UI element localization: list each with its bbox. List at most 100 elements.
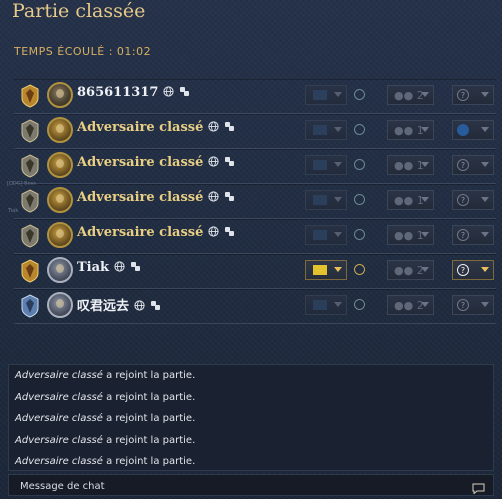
player-name-text: Tiak bbox=[77, 260, 110, 275]
avatar[interactable] bbox=[47, 292, 73, 318]
color-select[interactable]: ? bbox=[452, 260, 494, 280]
civilization-select[interactable] bbox=[305, 190, 347, 210]
civilization-select[interactable] bbox=[305, 85, 347, 105]
rank-emblem-icon bbox=[20, 294, 40, 318]
unknown-color-icon: ? bbox=[457, 194, 469, 206]
color-select[interactable]: ? bbox=[452, 295, 494, 315]
chat-message-text: a rejoint la partie. bbox=[102, 434, 196, 446]
chat-input[interactable] bbox=[9, 475, 472, 497]
info-icon[interactable] bbox=[354, 124, 365, 135]
team-select[interactable]: ●● 1 bbox=[387, 225, 434, 245]
info-icon[interactable] bbox=[354, 194, 365, 205]
info-icon[interactable] bbox=[354, 229, 365, 240]
color-select[interactable]: ? bbox=[452, 85, 494, 105]
unknown-color-icon: ? bbox=[457, 264, 469, 276]
player-name[interactable]: Adversaire classé bbox=[77, 155, 235, 170]
unknown-color-icon: ? bbox=[457, 89, 469, 101]
chat-bubble-icon[interactable] bbox=[472, 479, 485, 495]
chevron-down-icon bbox=[421, 92, 429, 97]
avatar[interactable] bbox=[47, 222, 73, 248]
globe-icon bbox=[208, 121, 219, 132]
chat-message: Adversaire classé a rejoint la partie. bbox=[9, 387, 493, 409]
civilization-select[interactable] bbox=[305, 260, 347, 280]
team-value: ●● 2 bbox=[394, 89, 424, 102]
civilization-select[interactable] bbox=[305, 295, 347, 315]
player-name[interactable]: 叹君远去 bbox=[77, 295, 161, 314]
color-select[interactable]: ? bbox=[452, 155, 494, 175]
link-icon bbox=[224, 191, 235, 202]
chevron-down-icon bbox=[481, 267, 489, 272]
avatar[interactable] bbox=[47, 257, 73, 283]
chevron-down-icon bbox=[481, 232, 489, 237]
avatar[interactable] bbox=[47, 82, 73, 108]
team-value: ●● 1 bbox=[394, 194, 424, 207]
avatar[interactable] bbox=[47, 117, 73, 143]
player-name[interactable]: 865611317 bbox=[77, 85, 190, 100]
team-select[interactable]: ●● 1 bbox=[387, 155, 434, 175]
color-select[interactable]: ? bbox=[452, 190, 494, 210]
civilization-flag-icon bbox=[313, 90, 327, 100]
color-swatch bbox=[457, 124, 469, 136]
civilization-flag-icon bbox=[313, 160, 327, 170]
player-row: 叹君远去 ●● 2? bbox=[14, 289, 496, 324]
chevron-down-icon bbox=[421, 197, 429, 202]
player-name[interactable]: Tiak bbox=[77, 260, 141, 275]
rank-emblem-icon bbox=[20, 189, 40, 213]
player-name-text: 865611317 bbox=[77, 85, 159, 100]
chat-message: Adversaire classé a rejoint la partie. bbox=[9, 408, 493, 430]
chevron-down-icon bbox=[334, 162, 342, 167]
civilization-flag-icon bbox=[313, 195, 327, 205]
avatar[interactable] bbox=[47, 187, 73, 213]
globe-icon bbox=[163, 86, 175, 97]
info-icon[interactable] bbox=[354, 89, 365, 100]
team-select[interactable]: ●● 2 bbox=[387, 260, 434, 280]
page-title: Partie classée bbox=[12, 0, 146, 22]
civilization-flag-icon bbox=[313, 230, 327, 240]
chevron-down-icon bbox=[421, 232, 429, 237]
chevron-down-icon bbox=[334, 232, 342, 237]
chevron-down-icon bbox=[481, 302, 489, 307]
globe-icon bbox=[208, 191, 219, 202]
civilization-flag-icon bbox=[313, 125, 327, 135]
player-name-text: Adversaire classé bbox=[77, 190, 204, 205]
rank-emblem-icon bbox=[20, 119, 40, 143]
chevron-down-icon bbox=[334, 267, 342, 272]
player-name[interactable]: Adversaire classé bbox=[77, 120, 235, 135]
civilization-flag-icon bbox=[313, 265, 327, 275]
player-name-text: Adversaire classé bbox=[77, 120, 204, 135]
player-name[interactable]: Adversaire classé bbox=[77, 190, 235, 205]
chevron-down-icon bbox=[334, 92, 342, 97]
chevron-down-icon bbox=[481, 197, 489, 202]
link-icon bbox=[179, 86, 190, 97]
chat-message-text: a rejoint la partie. bbox=[102, 370, 196, 381]
globe-icon bbox=[208, 156, 219, 167]
color-select[interactable]: ? bbox=[452, 225, 494, 245]
player-name-text: 叹君远去 bbox=[77, 299, 130, 314]
info-icon[interactable] bbox=[354, 264, 365, 275]
team-select[interactable]: ●● 2 bbox=[387, 85, 434, 105]
player-name[interactable]: Adversaire classé bbox=[77, 225, 235, 240]
player-name-text: Adversaire classé bbox=[77, 155, 204, 170]
team-select[interactable]: ●● 1 bbox=[387, 120, 434, 140]
avatar[interactable] bbox=[47, 152, 73, 178]
civilization-select[interactable] bbox=[305, 155, 347, 175]
info-icon[interactable] bbox=[354, 299, 365, 310]
chat-message-sender: Adversaire classé bbox=[15, 456, 103, 467]
elapsed-time-label: TEMPS ÉCOULÉ : bbox=[14, 45, 117, 58]
chat-log: Adversaire classé a rejoint la partie. Ad… bbox=[8, 364, 494, 471]
civilization-select[interactable] bbox=[305, 225, 347, 245]
link-icon bbox=[130, 261, 141, 272]
info-icon[interactable] bbox=[354, 159, 365, 170]
player-name-text: Adversaire classé bbox=[77, 225, 204, 240]
color-select[interactable] bbox=[452, 120, 494, 140]
rank-emblem-icon bbox=[20, 259, 40, 283]
civilization-select[interactable] bbox=[305, 120, 347, 140]
chat-input-bar bbox=[8, 474, 494, 497]
unknown-color-icon: ? bbox=[457, 229, 469, 241]
chevron-down-icon bbox=[481, 92, 489, 97]
team-select[interactable]: ●● 1 bbox=[387, 190, 434, 210]
chevron-down-icon bbox=[421, 162, 429, 167]
civilization-flag-icon bbox=[313, 300, 327, 310]
team-select[interactable]: ●● 2 bbox=[387, 295, 434, 315]
chevron-down-icon bbox=[334, 127, 342, 132]
